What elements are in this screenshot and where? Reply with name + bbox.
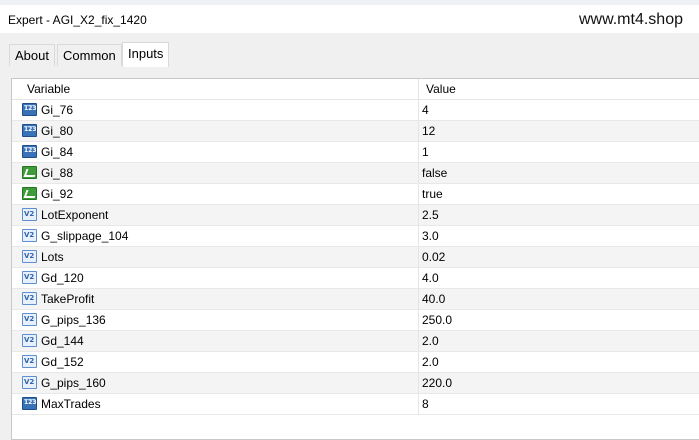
variable-type-icon xyxy=(22,187,37,200)
table-row[interactable]: Lots 0.02 xyxy=(12,247,699,268)
cell-divider xyxy=(418,163,419,183)
table-row[interactable]: LotExponent 2.5 xyxy=(12,205,699,226)
table-row[interactable]: Gd_120 4.0 xyxy=(12,268,699,289)
inputs-grid: Variable Value Gi_76 4 Gi_80 12 Gi_84 1 Gi_88 f… xyxy=(11,78,699,440)
variable-value[interactable]: 220.0 xyxy=(422,373,452,393)
variable-name: Lots xyxy=(41,250,64,264)
tab-bar: About Common Inputs xyxy=(0,33,699,67)
variable-value[interactable]: 8 xyxy=(422,394,429,414)
variable-type-icon xyxy=(22,208,37,221)
column-header-variable[interactable]: Variable xyxy=(27,79,70,99)
variable-value[interactable]: false xyxy=(422,163,447,183)
variable-name: Gi_88 xyxy=(41,166,74,180)
variable-name: Gi_84 xyxy=(41,145,74,159)
variable-name: Gd_152 xyxy=(41,355,84,369)
variable-value[interactable]: true xyxy=(422,184,443,204)
variable-type-icon xyxy=(22,271,37,284)
table-row[interactable]: Gi_88 false xyxy=(12,163,699,184)
table-row[interactable]: Gi_92 true xyxy=(12,184,699,205)
variable-type-icon xyxy=(22,313,37,326)
variable-type-icon xyxy=(22,376,37,389)
cell-divider xyxy=(418,310,419,330)
variable-value[interactable]: 2.0 xyxy=(422,331,439,351)
variable-name: TakeProfit xyxy=(41,292,95,306)
table-row[interactable]: Gd_152 2.0 xyxy=(12,352,699,373)
cell-divider xyxy=(418,268,419,288)
variable-value[interactable]: 3.0 xyxy=(422,226,439,246)
variable-type-icon xyxy=(22,397,37,410)
window-titlebar: Expert - AGI_X2_fix_1420 www.mt4.shop xyxy=(0,5,699,33)
variable-type-icon xyxy=(22,334,37,347)
variable-name: Gd_144 xyxy=(41,334,84,348)
cell-divider xyxy=(418,184,419,204)
variable-type-icon xyxy=(22,229,37,242)
table-row[interactable]: Gi_76 4 xyxy=(12,100,699,121)
grid-header: Variable Value xyxy=(12,79,699,100)
variable-name: G_pips_160 xyxy=(41,376,106,390)
variable-value[interactable]: 4.0 xyxy=(422,268,439,288)
variable-type-icon xyxy=(22,145,37,158)
variable-type-icon xyxy=(22,250,37,263)
cell-divider xyxy=(418,205,419,225)
cell-divider xyxy=(418,331,419,351)
table-row[interactable]: Gi_84 1 xyxy=(12,142,699,163)
variable-value[interactable]: 2.0 xyxy=(422,352,439,372)
variable-name: MaxTrades xyxy=(41,397,101,411)
variable-type-icon xyxy=(22,166,37,179)
tab-common[interactable]: Common xyxy=(57,44,122,66)
variable-name: Gi_80 xyxy=(41,124,74,138)
variable-type-icon xyxy=(22,292,37,305)
table-row[interactable]: G_pips_136 250.0 xyxy=(12,310,699,331)
variable-name: LotExponent xyxy=(41,208,109,222)
cell-divider xyxy=(418,289,419,309)
tab-about[interactable]: About xyxy=(9,44,55,66)
column-header-value[interactable]: Value xyxy=(426,79,456,99)
table-row[interactable]: MaxTrades 8 xyxy=(12,394,699,415)
variable-value[interactable]: 0.02 xyxy=(422,247,445,267)
variable-value[interactable]: 1 xyxy=(422,142,429,162)
cell-divider xyxy=(418,100,419,120)
variable-name: Gi_92 xyxy=(41,187,74,201)
variable-value[interactable]: 4 xyxy=(422,100,429,120)
window-title: Expert - AGI_X2_fix_1420 xyxy=(8,13,147,27)
table-row[interactable]: TakeProfit 40.0 xyxy=(12,289,699,310)
cell-divider xyxy=(418,247,419,267)
inputs-panel: Variable Value Gi_76 4 Gi_80 12 Gi_84 1 Gi_88 f… xyxy=(0,67,699,440)
variable-type-icon xyxy=(22,103,37,116)
cell-divider xyxy=(418,142,419,162)
variable-value[interactable]: 12 xyxy=(422,121,435,141)
variable-type-icon xyxy=(22,124,37,137)
table-row[interactable]: Gi_80 12 xyxy=(12,121,699,142)
cell-divider xyxy=(418,121,419,141)
variable-name: Gi_76 xyxy=(41,103,74,117)
watermark-text: www.mt4.shop xyxy=(578,11,683,28)
variable-name: Gd_120 xyxy=(41,271,84,285)
variable-name: G_pips_136 xyxy=(41,313,106,327)
cell-divider xyxy=(418,226,419,246)
table-row[interactable]: G_pips_160 220.0 xyxy=(12,373,699,394)
variable-value[interactable]: 40.0 xyxy=(422,289,445,309)
cell-divider xyxy=(418,373,419,393)
variable-type-icon xyxy=(22,355,37,368)
table-row[interactable]: Gd_144 2.0 xyxy=(12,331,699,352)
variable-value[interactable]: 250.0 xyxy=(422,310,452,330)
tab-inputs[interactable]: Inputs xyxy=(122,42,170,67)
variable-value[interactable]: 2.5 xyxy=(422,205,439,225)
cell-divider xyxy=(418,352,419,372)
cell-divider xyxy=(418,394,419,414)
table-row[interactable]: G_slippage_104 3.0 xyxy=(12,226,699,247)
column-divider[interactable] xyxy=(418,79,419,99)
variable-name: G_slippage_104 xyxy=(41,229,129,243)
